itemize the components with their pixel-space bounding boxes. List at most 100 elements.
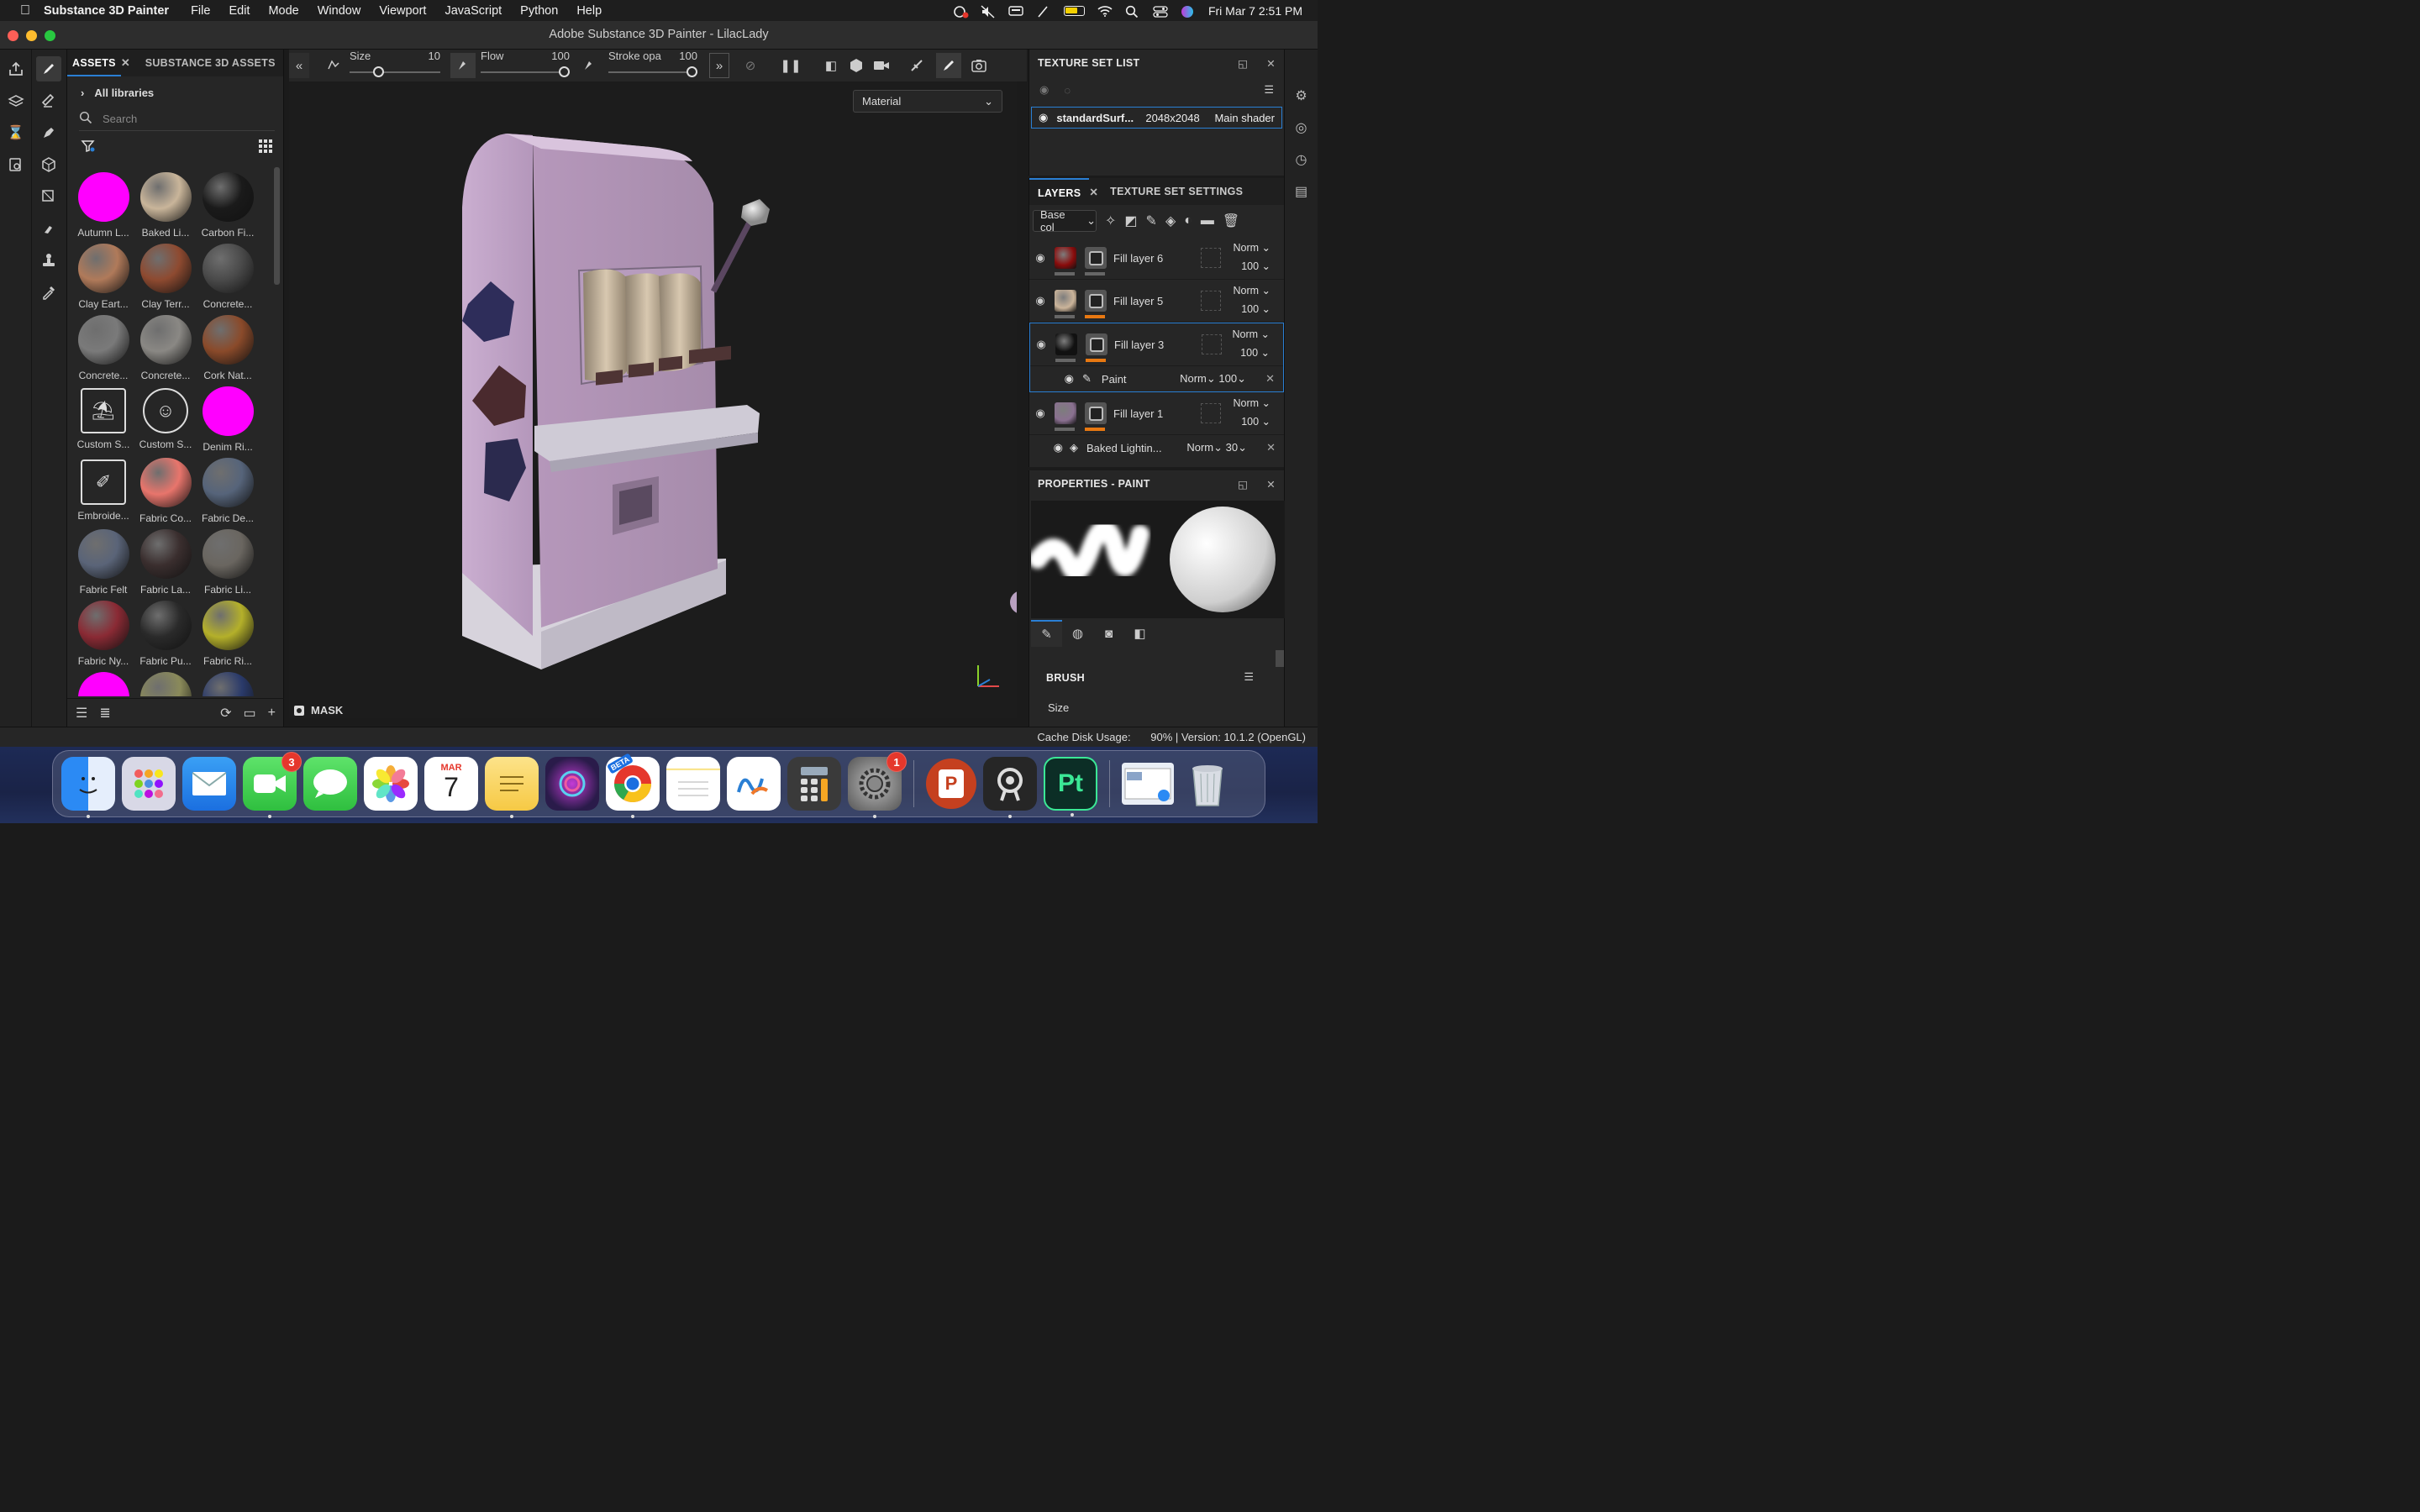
layer-row[interactable]: ◉ Fill layer 1 Norm ⌄ 100 ⌄	[1029, 392, 1284, 435]
asset-tile[interactable]: Fabric De...	[197, 453, 259, 524]
add-fill-layer-icon[interactable]: ◈	[1165, 213, 1176, 229]
sublayer-blend[interactable]: Norm⌄ 100⌄	[1180, 372, 1246, 386]
mail-icon[interactable]	[182, 757, 236, 811]
asset-tile[interactable]: Fabric Li...	[197, 524, 259, 596]
screen-record-icon[interactable]	[953, 5, 969, 18]
asset-tile[interactable]: ☺ Custom S...	[134, 381, 197, 453]
menu-file[interactable]: File	[191, 4, 210, 18]
asset-tile[interactable]: Baked Li...	[134, 167, 197, 239]
list-view-icon[interactable]: ☰	[76, 705, 87, 722]
asset-tile[interactable]	[134, 667, 197, 696]
filter-icon[interactable]	[81, 139, 96, 156]
calendar-icon[interactable]: MAR 7	[424, 757, 478, 811]
powerpoint-icon[interactable]: P	[926, 759, 976, 809]
tab-assets[interactable]: ASSETS	[67, 50, 121, 76]
shader-settings-icon[interactable]: ◎	[1289, 115, 1314, 140]
texture-set-shader[interactable]: Main shader	[1214, 112, 1275, 124]
brush-settings-icon[interactable]	[321, 53, 346, 78]
finder-icon[interactable]	[61, 757, 115, 818]
expand-toolbar-icon[interactable]: »	[709, 53, 729, 78]
layer-blend-mode[interactable]: Norm ⌄	[1233, 241, 1270, 254]
layer-opacity[interactable]: 100 ⌄	[1240, 346, 1270, 359]
close-icon[interactable]: ✕	[121, 56, 130, 70]
tab-brush-icon[interactable]: ✎	[1031, 620, 1062, 647]
asset-tile[interactable]: Concrete...	[72, 310, 134, 381]
messages-icon[interactable]	[303, 757, 357, 811]
layer-blend-mode[interactable]: Norm ⌄	[1233, 284, 1270, 297]
flow-slider[interactable]: Flow 100	[481, 50, 570, 81]
properties-scrollbar[interactable]	[1276, 650, 1284, 667]
menu-python[interactable]: Python	[520, 4, 558, 18]
menu-javascript[interactable]: JavaScript	[445, 4, 502, 18]
add-smart-material-icon[interactable]: ◐	[1184, 213, 1192, 228]
screenshot-icon[interactable]	[966, 53, 992, 78]
asset-tile[interactable]: Concrete...	[134, 310, 197, 381]
layer-effect-slot[interactable]	[1201, 403, 1221, 423]
notes-icon[interactable]	[666, 757, 720, 811]
asset-tile[interactable]: Concrete...	[197, 239, 259, 310]
cube-view-icon[interactable]	[844, 53, 869, 78]
delete-layer-icon[interactable]: 🗑	[1223, 213, 1239, 229]
layer-effect-slot[interactable]	[1202, 334, 1222, 354]
size-pressure-icon[interactable]	[450, 53, 476, 78]
asset-tile[interactable]: Denim Ri...	[197, 381, 259, 453]
mute-icon[interactable]	[981, 4, 996, 18]
refresh-icon[interactable]: ⟳	[220, 705, 231, 722]
tab-stencil-icon[interactable]: ◙	[1093, 620, 1124, 647]
recent-window-thumbnail[interactable]	[1122, 763, 1174, 805]
system-settings-icon[interactable]: 1	[848, 752, 907, 818]
asset-tile[interactable]: ⛱ Custom S...	[72, 381, 134, 453]
layer-mask-thumbnail[interactable]	[1086, 333, 1107, 362]
geometry-fill-icon[interactable]	[36, 152, 61, 177]
stickies-icon[interactable]	[485, 757, 539, 818]
add-folder-icon[interactable]: ▬	[1201, 213, 1214, 228]
clone-stamp-icon[interactable]	[36, 248, 61, 273]
asset-tile[interactable]: ✐ Embroide...	[72, 453, 134, 524]
camera-icon[interactable]	[869, 53, 894, 78]
search-input[interactable]: Search	[103, 113, 137, 125]
chrome-beta-icon[interactable]: BETA	[606, 753, 660, 818]
tab-layers[interactable]: LAYERS	[1029, 178, 1090, 205]
tab-substance-3d-assets[interactable]: SUBSTANCE 3D ASSETS	[140, 57, 281, 69]
viewport-mode-select[interactable]: Material ⌄	[853, 90, 1002, 113]
menu-help[interactable]: Help	[576, 4, 602, 18]
smudge-tool-icon[interactable]	[36, 216, 61, 241]
paint-sublayer[interactable]: ◉ ✎ Paint Norm⌄ 100⌄ ✕	[1030, 366, 1283, 391]
mask-toggle[interactable]: MASK	[294, 704, 343, 717]
solo-icon[interactable]: ◌	[1064, 84, 1071, 97]
layer-blend-mode[interactable]: Norm ⌄	[1232, 328, 1270, 340]
asset-tile[interactable]: Fabric Co...	[134, 453, 197, 524]
layer-opacity[interactable]: 100 ⌄	[1241, 302, 1270, 315]
visibility-off-icon[interactable]: ◉	[1039, 83, 1049, 97]
baked-lighting-sublayer[interactable]: ◉ ◈ Baked Lightin... Norm⌄ 30⌄ ✕	[1029, 435, 1284, 460]
layer-blend-mode[interactable]: Norm ⌄	[1233, 396, 1270, 409]
add-icon[interactable]: +	[268, 706, 276, 721]
display-settings-icon[interactable]	[3, 152, 29, 177]
close-panel-icon[interactable]: ✕	[1266, 478, 1276, 491]
mirror-icon[interactable]: ◧	[818, 53, 844, 78]
assets-scrollbar[interactable]	[274, 167, 280, 285]
collapse-left-icon[interactable]: «	[289, 53, 309, 78]
float-panel-icon[interactable]: ◱	[1238, 57, 1248, 70]
eye-icon[interactable]: ◉	[1039, 111, 1048, 124]
siri-icon[interactable]	[1181, 5, 1196, 18]
chevron-right-icon[interactable]: ›	[81, 87, 84, 99]
eye-icon[interactable]: ◉	[1029, 251, 1051, 265]
close-icon[interactable]: ✕	[1089, 186, 1098, 198]
substance-painter-icon[interactable]: Pt	[1044, 757, 1097, 816]
wifi-icon[interactable]	[1097, 5, 1113, 17]
menu-clock[interactable]: Fri Mar 7 2:51 PM	[1208, 4, 1302, 18]
layer-effect-slot[interactable]	[1201, 291, 1221, 311]
color-picker-icon[interactable]	[36, 280, 61, 305]
export-icon[interactable]	[3, 56, 29, 81]
flow-pressure-icon[interactable]	[576, 53, 602, 78]
3d-viewport[interactable]: Material ⌄ MASK	[289, 81, 1017, 718]
panel-menu-icon[interactable]: ☰	[1264, 83, 1274, 97]
menu-app-name[interactable]: Substance 3D Painter	[44, 4, 169, 18]
log-icon[interactable]: ▤	[1289, 179, 1314, 204]
asset-tile[interactable]: Cork Nat...	[197, 310, 259, 381]
battery-icon[interactable]	[1063, 5, 1085, 16]
hourglass-icon[interactable]: ⌛	[3, 120, 29, 145]
layer-mask-thumbnail[interactable]	[1085, 247, 1107, 276]
layer-name[interactable]: Fill layer 6	[1113, 252, 1194, 265]
